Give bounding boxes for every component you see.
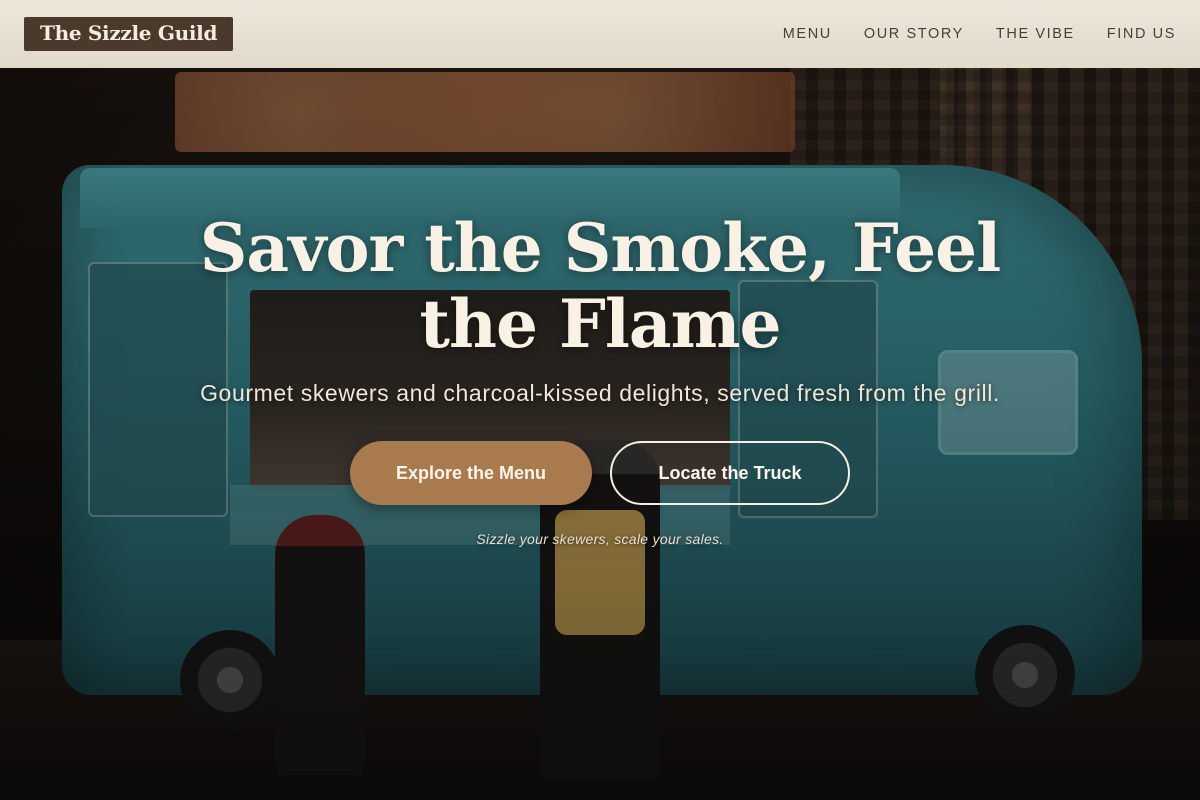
nav-item-find-us[interactable]: FIND US (1107, 26, 1176, 42)
main-nav: MENU OUR STORY THE VIBE FIND US (783, 26, 1176, 42)
nav-item-our-story[interactable]: OUR STORY (864, 26, 964, 42)
site-header: The Sizzle Guild MENU OUR STORY THE VIBE… (0, 0, 1200, 68)
nav-item-the-vibe[interactable]: THE VIBE (996, 26, 1075, 42)
nav-item-menu[interactable]: MENU (783, 26, 832, 42)
locate-truck-button[interactable]: Locate the Truck (610, 441, 850, 505)
cta-group: Explore the Menu Locate the Truck (0, 441, 1200, 505)
hero-subheadline: Gourmet skewers and charcoal-kissed deli… (200, 380, 1000, 406)
hero-section: Savor the Smoke, Feel the Flame Gourmet … (0, 210, 1200, 547)
brand-logo[interactable]: The Sizzle Guild (24, 17, 234, 51)
hero-headline: Savor the Smoke, Feel the Flame (199, 209, 1002, 363)
hero-tagline: Sizzle your skewers, scale your sales. (476, 531, 724, 547)
explore-menu-button[interactable]: Explore the Menu (350, 441, 592, 505)
